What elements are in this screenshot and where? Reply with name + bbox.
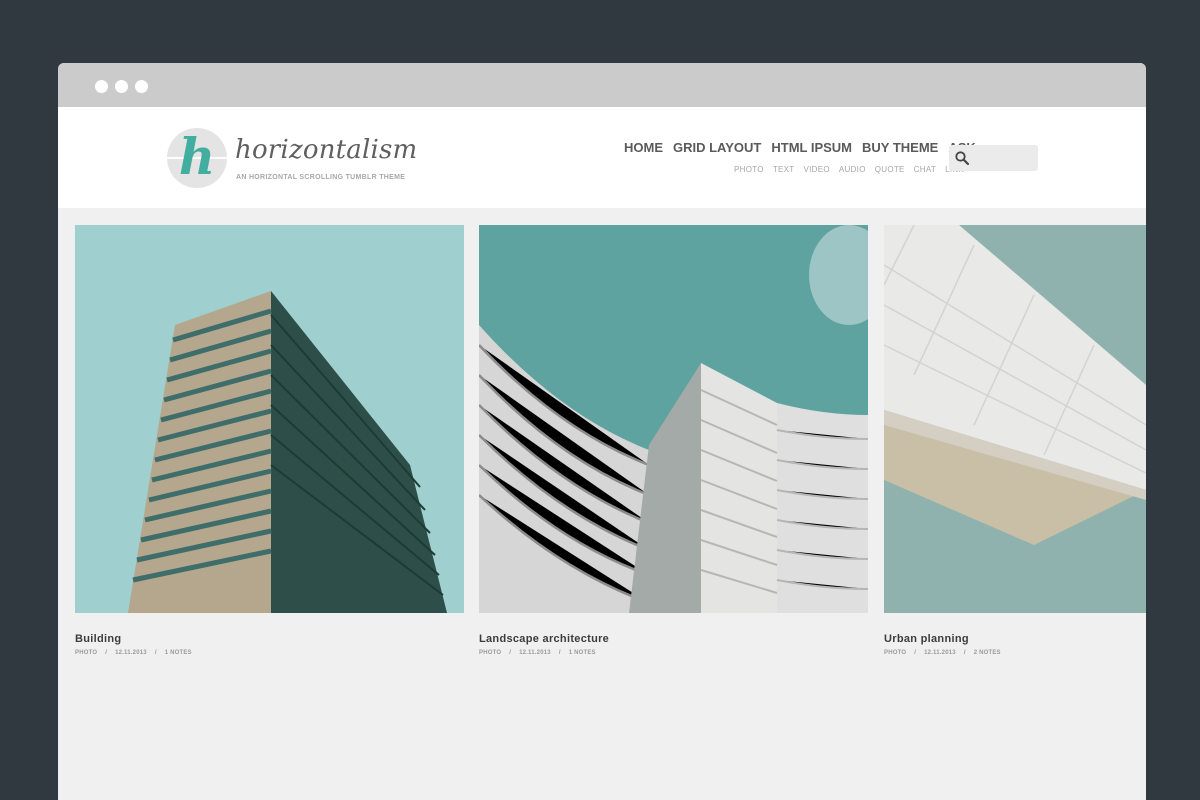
post-notes[interactable]: 2 NOTES xyxy=(974,650,1001,656)
post-photo[interactable] xyxy=(75,225,464,613)
meta-separator: / xyxy=(105,650,108,656)
meta-separator: / xyxy=(914,650,917,656)
post-notes[interactable]: 1 NOTES xyxy=(165,650,192,656)
main-nav: HOME GRID LAYOUT HTML IPSUM BUY THEME AS… xyxy=(624,140,976,155)
nav-buy-theme[interactable]: BUY THEME xyxy=(862,140,938,155)
logo-badge[interactable]: h xyxy=(167,128,227,188)
post-type-nav: PHOTO TEXT VIDEO AUDIO QUOTE CHAT LINK xyxy=(734,165,964,174)
post-type[interactable]: PHOTO xyxy=(479,650,501,656)
post-photo[interactable] xyxy=(479,225,868,613)
window-close-dot[interactable] xyxy=(95,80,108,93)
post-card: Urban planning PHOTO / 12.11.2013 / 2 NO… xyxy=(884,225,1146,656)
subnav-audio[interactable]: AUDIO xyxy=(839,165,866,174)
subnav-chat[interactable]: CHAT xyxy=(914,165,936,174)
post-card: Landscape architecture PHOTO / 12.11.201… xyxy=(479,225,868,656)
search-input[interactable] xyxy=(973,148,1033,168)
subnav-quote[interactable]: QUOTE xyxy=(875,165,905,174)
post-notes[interactable]: 1 NOTES xyxy=(569,650,596,656)
post-type[interactable]: PHOTO xyxy=(884,650,906,656)
post-title[interactable]: Landscape architecture xyxy=(479,633,868,645)
building-photo xyxy=(75,225,464,613)
subnav-video[interactable]: VIDEO xyxy=(803,165,829,174)
subnav-photo[interactable]: PHOTO xyxy=(734,165,764,174)
window-minimize-dot[interactable] xyxy=(115,80,128,93)
search-box[interactable] xyxy=(949,145,1038,171)
site-tagline: AN HORIZONTAL SCROLLING TUMBLR THEME xyxy=(236,174,406,181)
search-icon[interactable] xyxy=(955,151,969,165)
nav-home[interactable]: HOME xyxy=(624,140,663,155)
meta-separator: / xyxy=(154,650,157,656)
subnav-text[interactable]: TEXT xyxy=(773,165,795,174)
post-title[interactable]: Urban planning xyxy=(884,633,1146,645)
meta-separator: / xyxy=(558,650,561,656)
post-meta: PHOTO / 12.11.2013 / 1 NOTES xyxy=(75,650,464,656)
post-title[interactable]: Building xyxy=(75,633,464,645)
post-type[interactable]: PHOTO xyxy=(75,650,97,656)
urban-photo xyxy=(884,225,1146,613)
window-maximize-dot[interactable] xyxy=(135,80,148,93)
logo-letter: h xyxy=(178,128,216,186)
architecture-photo xyxy=(479,225,868,613)
meta-separator: / xyxy=(963,650,966,656)
post-date[interactable]: 12.11.2013 xyxy=(115,650,147,656)
meta-separator: / xyxy=(509,650,512,656)
post-date[interactable]: 12.11.2013 xyxy=(519,650,551,656)
nav-grid-layout[interactable]: GRID LAYOUT xyxy=(673,140,761,155)
site-header: h horizontalism AN HORIZONTAL SCROLLING … xyxy=(58,107,1146,208)
site-title[interactable]: horizontalism xyxy=(235,135,417,165)
nav-html-ipsum[interactable]: HTML IPSUM xyxy=(771,140,852,155)
post-photo[interactable] xyxy=(884,225,1146,613)
post-meta: PHOTO / 12.11.2013 / 1 NOTES xyxy=(479,650,868,656)
post-card: Building PHOTO / 12.11.2013 / 1 NOTES xyxy=(75,225,464,656)
browser-titlebar xyxy=(58,63,1146,107)
post-date[interactable]: 12.11.2013 xyxy=(924,650,956,656)
browser-window: h horizontalism AN HORIZONTAL SCROLLING … xyxy=(58,63,1146,800)
post-meta: PHOTO / 12.11.2013 / 2 NOTES xyxy=(884,650,1146,656)
